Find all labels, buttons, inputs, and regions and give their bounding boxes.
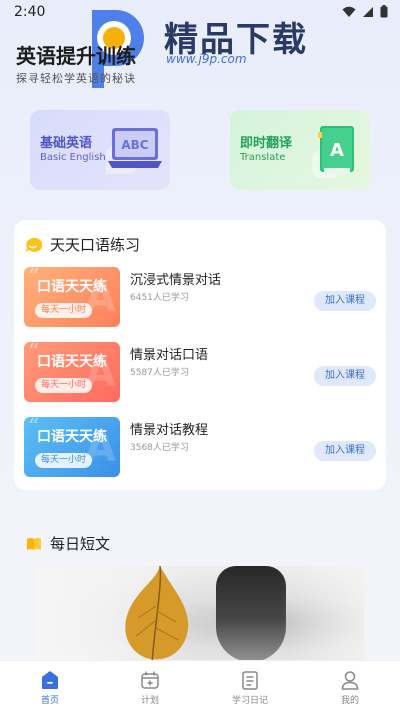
notebook-icon xyxy=(242,671,258,690)
thumbnail-pill: 每天一小时 xyxy=(35,378,93,393)
course-learner-count: 6451人已学习 xyxy=(130,293,189,303)
course-learner-count: 5587人已学习 xyxy=(130,368,189,378)
user-icon xyxy=(341,671,359,690)
card-title: 即时翻译 xyxy=(240,136,293,151)
tab-mine[interactable]: 我的 xyxy=(300,661,400,712)
battery-icon xyxy=(380,5,388,18)
course-thumbnail: “ A 口语天天练 每天一小时 xyxy=(24,342,120,402)
join-course-button[interactable]: 加入课程 xyxy=(314,441,376,461)
tab-plan[interactable]: 计划 xyxy=(100,661,200,712)
bottom-tab-bar: 首页 计划 学习日记 我的 xyxy=(0,660,400,712)
card-subtitle: Translate xyxy=(240,152,286,163)
abc-laptop-icon: ABC xyxy=(106,128,162,174)
status-icons xyxy=(342,5,388,18)
svg-text:ABC: ABC xyxy=(121,138,148,152)
daily-section-header: 每日短文 xyxy=(26,533,110,554)
thumbnail-title: 口语天天练 xyxy=(37,354,107,370)
signal-icon xyxy=(363,6,373,17)
calendar-icon xyxy=(141,671,159,689)
oral-section-title: 天天口语练习 xyxy=(50,236,141,254)
oral-practice-panel: 天天口语练习 “ A 口语天天练 每天一小时 沉浸式情景对话 6451人已学习 … xyxy=(14,220,386,490)
tab-study-diary[interactable]: 学习日记 xyxy=(200,661,300,712)
course-title: 沉浸式情景对话 xyxy=(130,273,222,288)
thumbnail-pill: 每天一小时 xyxy=(35,303,93,318)
join-course-button[interactable]: 加入课程 xyxy=(314,366,376,386)
card-subtitle: Basic English xyxy=(40,152,106,163)
course-learner-count: 3568人已学习 xyxy=(130,443,189,453)
course-thumbnail: “ A 口语天天练 每天一小时 xyxy=(24,267,120,327)
status-time: 2:40 xyxy=(14,4,46,20)
tab-label: 我的 xyxy=(340,696,359,706)
basic-english-card[interactable]: 基础英语 Basic English ABC xyxy=(30,110,170,190)
autumn-leaf-illustration xyxy=(125,566,189,662)
course-item[interactable]: “ A 口语天天练 每天一小时 情景对话口语 5587人已学习 加入课程 xyxy=(24,342,376,402)
tab-home[interactable]: 首页 xyxy=(0,661,100,712)
watermark-url: www.j9p.com xyxy=(166,52,247,66)
page-title: 英语提升训练 xyxy=(16,44,136,68)
card-title: 基础英语 xyxy=(40,136,93,151)
home-icon xyxy=(42,671,58,689)
wifi-icon xyxy=(342,6,356,17)
daily-section-title: 每日短文 xyxy=(50,535,111,553)
course-thumbnail: “ A 口语天天练 每天一小时 xyxy=(24,417,120,477)
oral-section-header: 天天口语练习 xyxy=(24,234,140,255)
course-title: 情景对话教程 xyxy=(130,423,209,438)
thumbnail-pill: 每天一小时 xyxy=(35,453,93,468)
daily-article-image[interactable] xyxy=(36,566,364,662)
tab-label: 首页 xyxy=(40,696,59,706)
course-title: 情景对话口语 xyxy=(130,348,209,363)
tab-label: 计划 xyxy=(140,696,159,706)
book-letter: A xyxy=(330,140,344,161)
page-subtitle: 探寻轻松学英语的秘诀 xyxy=(16,72,136,85)
thumbnail-title: 口语天天练 xyxy=(37,429,107,445)
open-book-icon xyxy=(27,537,41,550)
course-item[interactable]: “ A 口语天天练 每天一小时 沉浸式情景对话 6451人已学习 加入课程 xyxy=(24,267,376,327)
chat-bubble-icon xyxy=(25,237,42,252)
photo-fade xyxy=(36,566,364,662)
course-item[interactable]: “ A 口语天天练 每天一小时 情景对话教程 3568人已学习 加入课程 xyxy=(24,417,376,477)
translate-card[interactable]: 即时翻译 Translate A xyxy=(230,110,370,190)
join-course-button[interactable]: 加入课程 xyxy=(314,291,376,311)
tab-label: 学习日记 xyxy=(231,696,268,706)
thumbnail-title: 口语天天练 xyxy=(37,279,107,295)
dictionary-book-icon: A xyxy=(312,126,354,178)
